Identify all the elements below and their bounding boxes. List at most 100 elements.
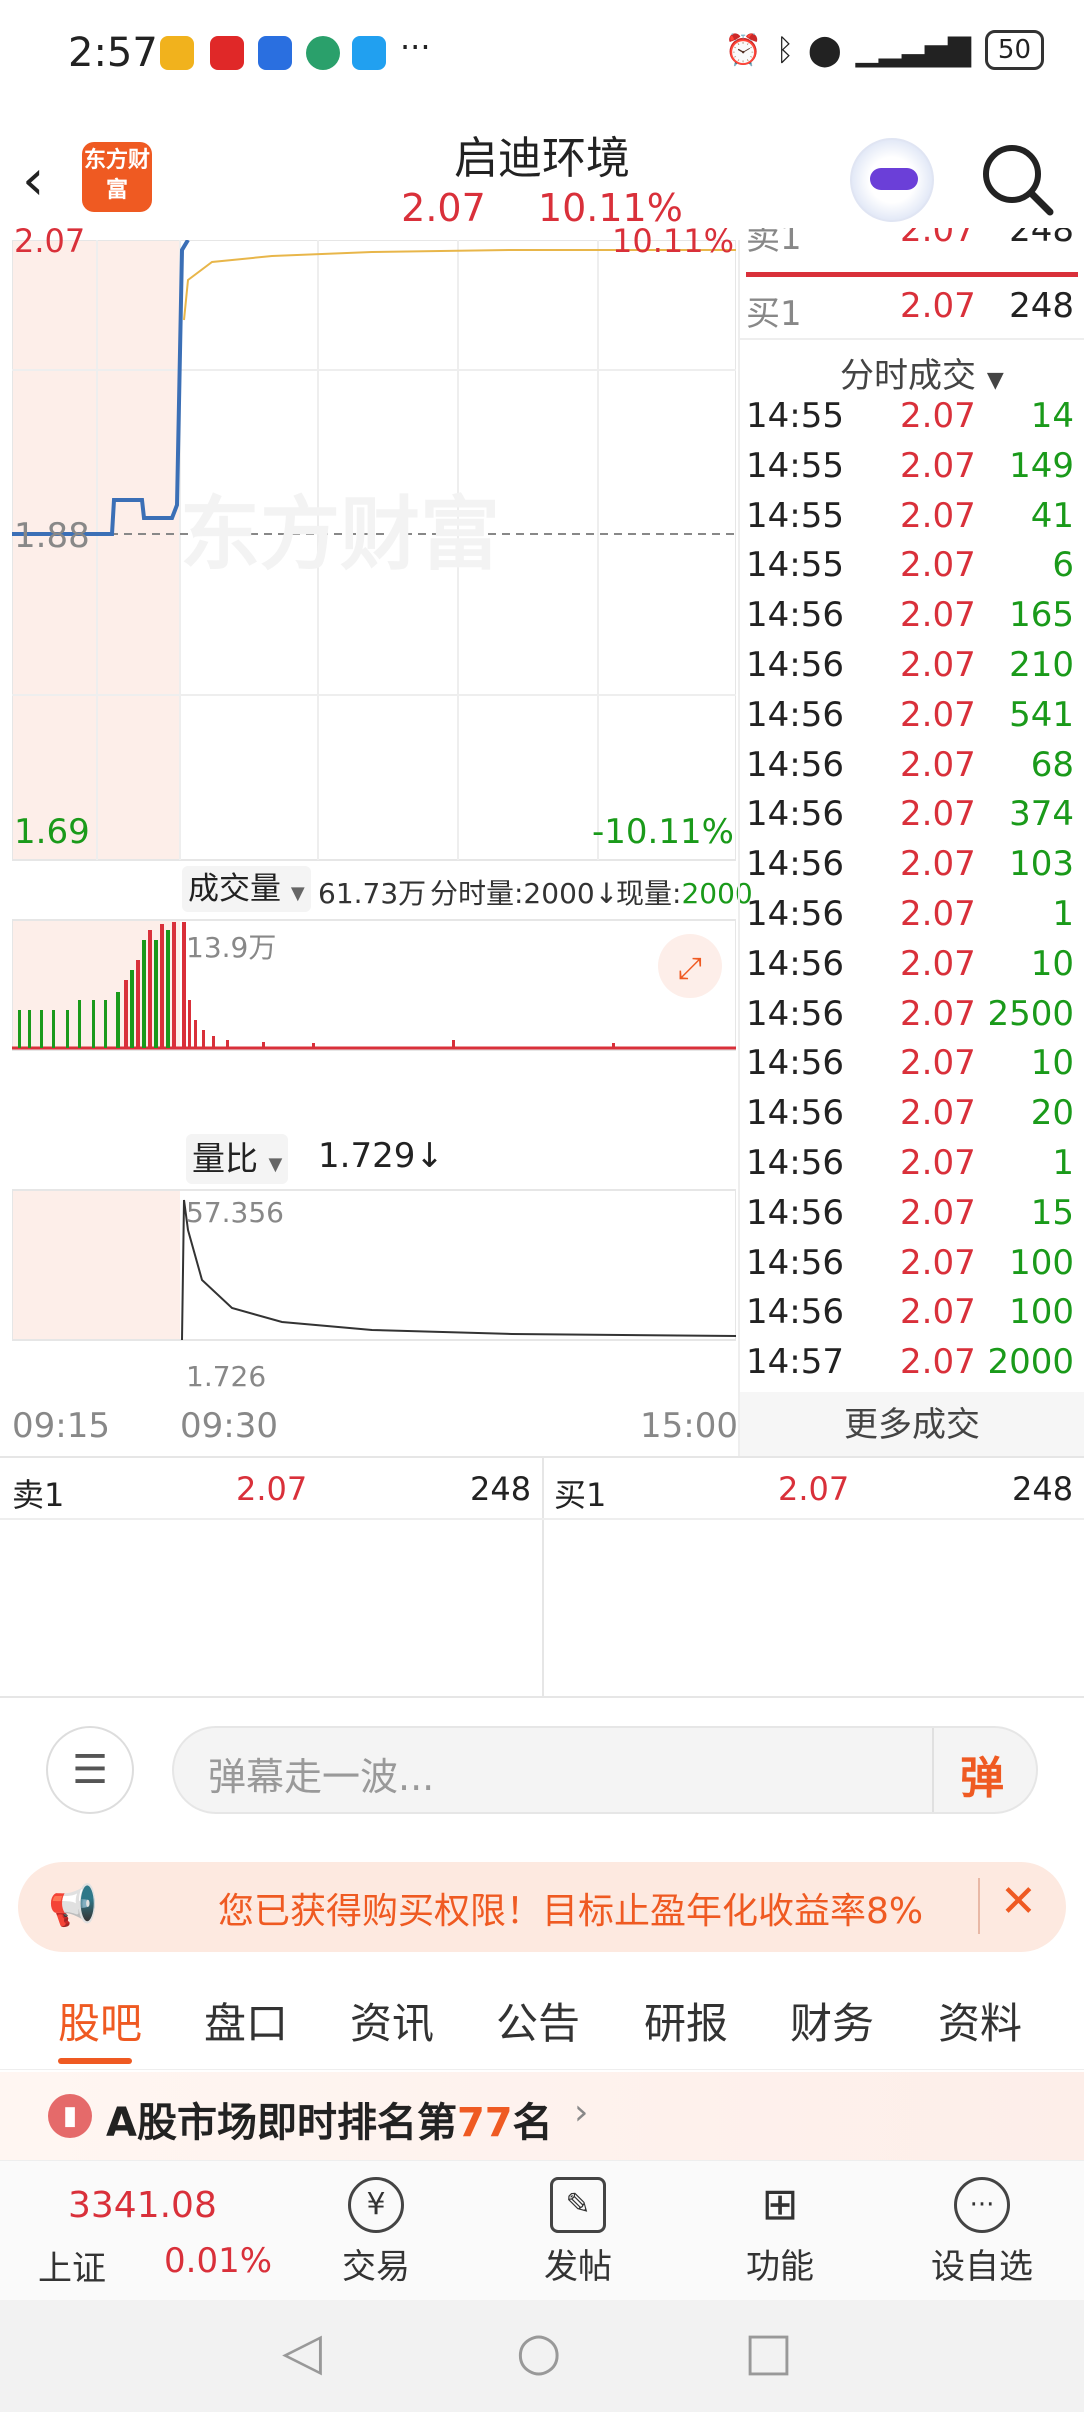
trade-row: 14:55 2.07 6 [746, 545, 1080, 595]
tick-trades-header[interactable]: 分时成交 ▼ [840, 348, 1004, 397]
back-nav-icon[interactable]: ◁ [282, 2322, 322, 2382]
ob-bid-price: 2.07 [778, 1470, 850, 1508]
trade-time: 14:56 [746, 844, 844, 885]
bid-price: 2.07 [900, 286, 976, 326]
system-nav: ◁ ○ □ [0, 2300, 1084, 2412]
trade-volume: 100 [1009, 1242, 1074, 1283]
search-icon[interactable] [980, 142, 1056, 218]
ratio-low: 1.726 [186, 1360, 267, 1393]
trade-volume: 2000 [987, 1342, 1074, 1383]
ranking-icon: ▮ [48, 2094, 92, 2138]
trade-row: 14:56 2.07 10 [746, 1043, 1080, 1093]
divider [932, 1728, 934, 1812]
tab-news[interactable]: 资讯 [350, 1990, 434, 2051]
trade-row: 14:56 2.07 100 [746, 1243, 1080, 1293]
robot-assistant-icon[interactable] [850, 138, 934, 222]
index-widget[interactable]: 3341.08 上证 0.01% [0, 2161, 280, 2301]
nav-watchlist[interactable]: ··· 设自选 [912, 2169, 1052, 2288]
trade-row: 14:56 2.07 1 [746, 894, 1080, 944]
ratio-peak: 57.356 [186, 1196, 284, 1229]
divider [978, 1878, 980, 1934]
bottom-price-label: 1.69 [14, 812, 90, 852]
ranking-number: 77 [456, 2100, 513, 2146]
divider [740, 338, 1084, 340]
danmu-button[interactable]: 弹 [960, 1742, 1004, 1806]
tab-research[interactable]: 研报 [644, 1990, 728, 2051]
trade-volume: 15 [1030, 1192, 1074, 1233]
danmu-input[interactable]: 弹幕走一波... 弹 [172, 1726, 1038, 1814]
ranking-prefix: A股市场即时排名第 [106, 2100, 457, 2146]
alarm-icon: ⏰ [724, 32, 762, 68]
trade-time: 14:56 [746, 1192, 844, 1233]
ask-price: 2.07 [900, 228, 976, 250]
current-volume-label: 现量: [616, 877, 682, 910]
megaphone-icon: 📢 [48, 1883, 98, 1929]
tab-profile[interactable]: 资料 [938, 1990, 1022, 2051]
volume-dropdown[interactable]: 成交量 ▼ [182, 866, 311, 912]
battery-icon: 50 [984, 30, 1044, 70]
divider [0, 1518, 1084, 1520]
tab-finance[interactable]: 财务 [790, 1990, 874, 2051]
notification-icon [258, 36, 292, 70]
trade-volume: 10 [1030, 943, 1074, 984]
ob-ask-price: 2.07 [236, 1470, 308, 1508]
spread-bar [746, 272, 1078, 277]
ratio-dropdown[interactable]: 量比 ▼ [186, 1134, 289, 1184]
tab-announcements[interactable]: 公告 [496, 1990, 580, 2051]
trade-volume: 165 [1009, 595, 1074, 636]
ranking-strip[interactable]: ▮ A股市场即时排名第77名 › [0, 2072, 1084, 2162]
promo-banner[interactable]: 📢 您已获得购买权限！目标止盈年化收益率8% ✕ [18, 1862, 1066, 1952]
trade-volume: 103 [1009, 844, 1074, 885]
more-notifications-icon: ··· [400, 28, 431, 66]
trade-row: 14:55 2.07 41 [746, 496, 1080, 546]
trade-time: 14:55 [746, 445, 844, 486]
trade-price: 2.07 [900, 694, 976, 735]
trade-row: 14:56 2.07 103 [746, 844, 1080, 894]
nav-trade[interactable]: ¥ 交易 [306, 2169, 446, 2288]
trade-volume: 210 [1009, 645, 1074, 685]
trade-volume: 20 [1030, 1093, 1074, 1134]
nav-post[interactable]: ✎ 发帖 [508, 2169, 648, 2288]
trade-time: 14:56 [746, 1242, 844, 1283]
nav-functions-label: 功能 [746, 2247, 814, 2287]
trade-price: 2.07 [900, 1093, 976, 1134]
trade-volume: 1 [1052, 1143, 1074, 1183]
watermark: 东方财富 [180, 488, 500, 581]
trade-row: 14:56 2.07 2500 [746, 994, 1080, 1044]
trade-time: 14:56 [746, 943, 844, 984]
trade-time: 14:57 [746, 1342, 844, 1383]
trade-time: 14:56 [746, 894, 844, 934]
danmu-placeholder: 弹幕走一波... [208, 1755, 435, 1799]
danmu-settings-icon[interactable]: ☰ [46, 1726, 134, 1814]
divider [542, 1456, 544, 1696]
bid-vol: 248 [1009, 286, 1074, 326]
trade-price: 2.07 [900, 993, 976, 1034]
trade-price: 2.07 [900, 1292, 976, 1333]
more-trades-button[interactable]: 更多成交 [740, 1392, 1084, 1458]
location-icon: ⬤ [807, 32, 842, 68]
close-icon[interactable]: ✕ [1000, 1876, 1037, 1927]
nav-trade-label: 交易 [342, 2247, 410, 2287]
trade-volume: 374 [1009, 794, 1074, 835]
tab-guba[interactable]: 股吧 [58, 1990, 142, 2051]
trade-time: 14:56 [746, 744, 844, 785]
top-price-label: 2.07 [14, 222, 86, 260]
ob-ask-vol: 248 [470, 1470, 532, 1508]
trade-time: 14:56 [746, 1043, 844, 1084]
home-nav-icon[interactable]: ○ [516, 2322, 561, 2382]
recents-nav-icon[interactable]: □ [744, 2322, 793, 2382]
nav-functions[interactable]: ⊞ 功能 [710, 2169, 850, 2288]
notification-icon [160, 36, 194, 70]
bluetooth-icon: ᛒ [775, 32, 794, 68]
tab-pankou[interactable]: 盘口 [204, 1990, 288, 2051]
trade-row: 14:56 2.07 15 [746, 1193, 1080, 1243]
ask-vol: 248 [1009, 228, 1074, 250]
ranking-suffix: 名 [512, 2100, 553, 2146]
ask-row-partial: 卖1 2.07 248 [746, 228, 1080, 262]
chevron-right-icon: › [574, 2092, 589, 2133]
trade-row: 14:56 2.07 210 [746, 645, 1080, 695]
trade-price: 2.07 [900, 545, 976, 586]
mid-price-label: 1.88 [14, 516, 90, 556]
time-open: 09:30 [180, 1406, 278, 1446]
promo-text: 您已获得购买权限！目标止盈年化收益率8% [218, 1891, 924, 1932]
